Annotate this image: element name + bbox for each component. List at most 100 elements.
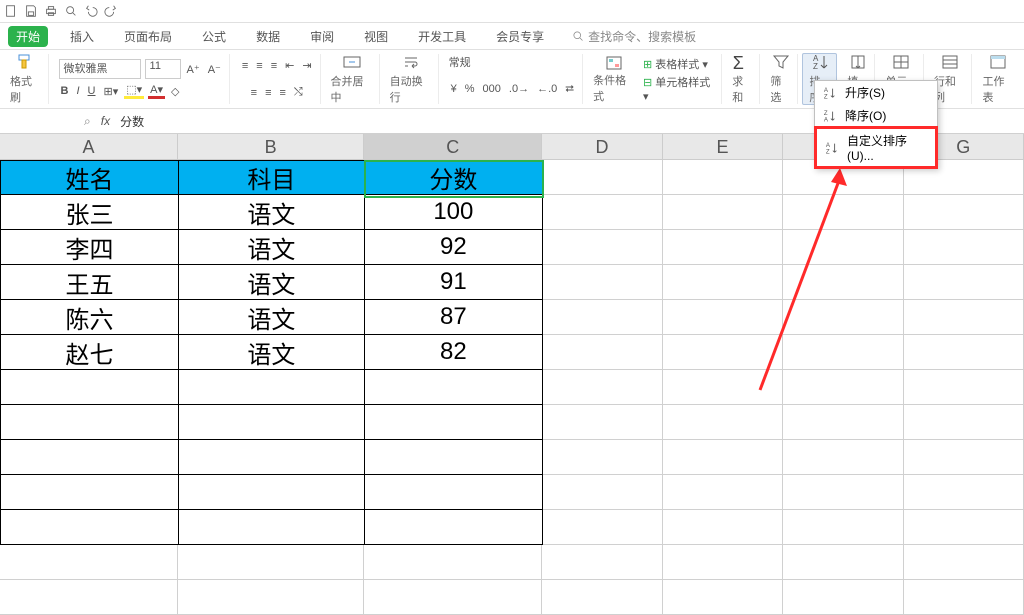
- cell[interactable]: [904, 405, 1024, 440]
- cell[interactable]: [543, 510, 663, 545]
- page-icon[interactable]: [4, 4, 18, 18]
- cell[interactable]: [365, 370, 543, 405]
- font-color-button[interactable]: A▾: [148, 83, 165, 99]
- cell[interactable]: 语文: [179, 300, 365, 335]
- tab-start[interactable]: 开始: [8, 26, 48, 47]
- cell[interactable]: [663, 265, 783, 300]
- cell[interactable]: [783, 370, 903, 405]
- cell[interactable]: [663, 195, 783, 230]
- cell[interactable]: [179, 405, 365, 440]
- cond-format-icon[interactable]: [604, 54, 624, 72]
- thousands-button[interactable]: 000: [481, 83, 503, 95]
- clear-format-button[interactable]: ◇: [169, 85, 181, 98]
- indent-right-icon[interactable]: ⇥: [300, 59, 313, 72]
- cell[interactable]: [904, 230, 1024, 265]
- cell[interactable]: [365, 510, 543, 545]
- tab-review[interactable]: 审阅: [302, 26, 342, 47]
- worksheet-group[interactable]: 工作表: [976, 54, 1020, 104]
- sort-custom-item[interactable]: AZ 自定义排序(U)...: [814, 126, 938, 169]
- font-size-select[interactable]: 11: [145, 59, 181, 79]
- cell[interactable]: [904, 370, 1024, 405]
- cell[interactable]: [663, 440, 783, 475]
- increase-font-icon[interactable]: A⁺: [185, 63, 202, 76]
- cell[interactable]: [663, 300, 783, 335]
- underline-button[interactable]: U: [86, 85, 98, 97]
- cell[interactable]: [783, 195, 903, 230]
- wrap-group[interactable]: 自动换行: [384, 54, 439, 104]
- cell[interactable]: [543, 440, 663, 475]
- dec-decimal-button[interactable]: ←.0: [535, 83, 559, 95]
- cell[interactable]: 语文: [179, 265, 365, 300]
- cell[interactable]: [904, 195, 1024, 230]
- cell[interactable]: [904, 265, 1024, 300]
- cell[interactable]: [543, 195, 663, 230]
- cell[interactable]: [663, 335, 783, 370]
- cell[interactable]: [179, 440, 365, 475]
- cell[interactable]: 语文: [179, 195, 365, 230]
- filter-group[interactable]: 筛选: [764, 54, 798, 104]
- preview-icon[interactable]: [64, 4, 78, 18]
- cell[interactable]: [783, 335, 903, 370]
- cell[interactable]: [904, 440, 1024, 475]
- cell[interactable]: [365, 405, 543, 440]
- cell[interactable]: [904, 335, 1024, 370]
- inc-decimal-button[interactable]: .0→: [507, 83, 531, 95]
- cell[interactable]: [543, 335, 663, 370]
- tab-formula[interactable]: 公式: [194, 26, 234, 47]
- cell[interactable]: [543, 300, 663, 335]
- align-top-icon[interactable]: ≡: [240, 60, 250, 72]
- decrease-font-icon[interactable]: A⁻: [206, 63, 223, 76]
- cell[interactable]: [543, 370, 663, 405]
- fx-label[interactable]: fx: [101, 114, 110, 128]
- align-middle-icon[interactable]: ≡: [254, 60, 264, 72]
- tab-insert[interactable]: 插入: [62, 26, 102, 47]
- cell[interactable]: 张三: [0, 195, 179, 230]
- cell[interactable]: [179, 370, 365, 405]
- cell[interactable]: 92: [365, 230, 543, 265]
- col-header-E[interactable]: E: [663, 134, 783, 160]
- cell[interactable]: [365, 440, 543, 475]
- cell[interactable]: [663, 405, 783, 440]
- col-header-A[interactable]: A: [0, 134, 178, 160]
- cell[interactable]: [0, 405, 179, 440]
- cell[interactable]: [783, 440, 903, 475]
- cell[interactable]: [783, 300, 903, 335]
- cell[interactable]: 语文: [179, 230, 365, 265]
- cell[interactable]: [0, 370, 179, 405]
- table-style-button[interactable]: ⊞ 表格样式 ▾: [643, 56, 715, 72]
- print-icon[interactable]: [44, 4, 58, 18]
- cell[interactable]: [543, 475, 663, 510]
- cell[interactable]: [783, 405, 903, 440]
- cell[interactable]: [178, 580, 364, 615]
- tab-layout[interactable]: 页面布局: [116, 26, 180, 47]
- cell[interactable]: [543, 265, 663, 300]
- cell[interactable]: [543, 230, 663, 265]
- cell[interactable]: [904, 475, 1024, 510]
- tab-view[interactable]: 视图: [356, 26, 396, 47]
- cell[interactable]: [783, 265, 903, 300]
- cell[interactable]: [904, 580, 1024, 615]
- sort-desc-item[interactable]: ZA 降序(O): [815, 104, 937, 127]
- cell[interactable]: 100: [365, 195, 543, 230]
- cell[interactable]: 李四: [0, 230, 179, 265]
- redo-icon[interactable]: [104, 4, 118, 18]
- cell[interactable]: [179, 510, 365, 545]
- cell[interactable]: 语文: [179, 335, 365, 370]
- fill-color-button[interactable]: ⬚▾: [124, 83, 144, 99]
- search-box[interactable]: 查找命令、搜索模板: [572, 28, 696, 45]
- cell[interactable]: [904, 510, 1024, 545]
- col-header-B[interactable]: B: [178, 134, 364, 160]
- cell[interactable]: [0, 580, 178, 615]
- col-header-D[interactable]: D: [542, 134, 662, 160]
- save-icon[interactable]: [24, 4, 38, 18]
- cell[interactable]: [179, 475, 365, 510]
- cell[interactable]: [663, 370, 783, 405]
- cell[interactable]: 赵七: [0, 335, 179, 370]
- zoom-icon[interactable]: ⌕: [84, 114, 91, 129]
- cell[interactable]: [364, 580, 542, 615]
- align-right-icon[interactable]: ≡: [278, 87, 288, 99]
- cell[interactable]: [663, 475, 783, 510]
- cell[interactable]: [365, 475, 543, 510]
- align-bottom-icon[interactable]: ≡: [269, 60, 279, 72]
- font-name-select[interactable]: 微软雅黑: [59, 59, 141, 79]
